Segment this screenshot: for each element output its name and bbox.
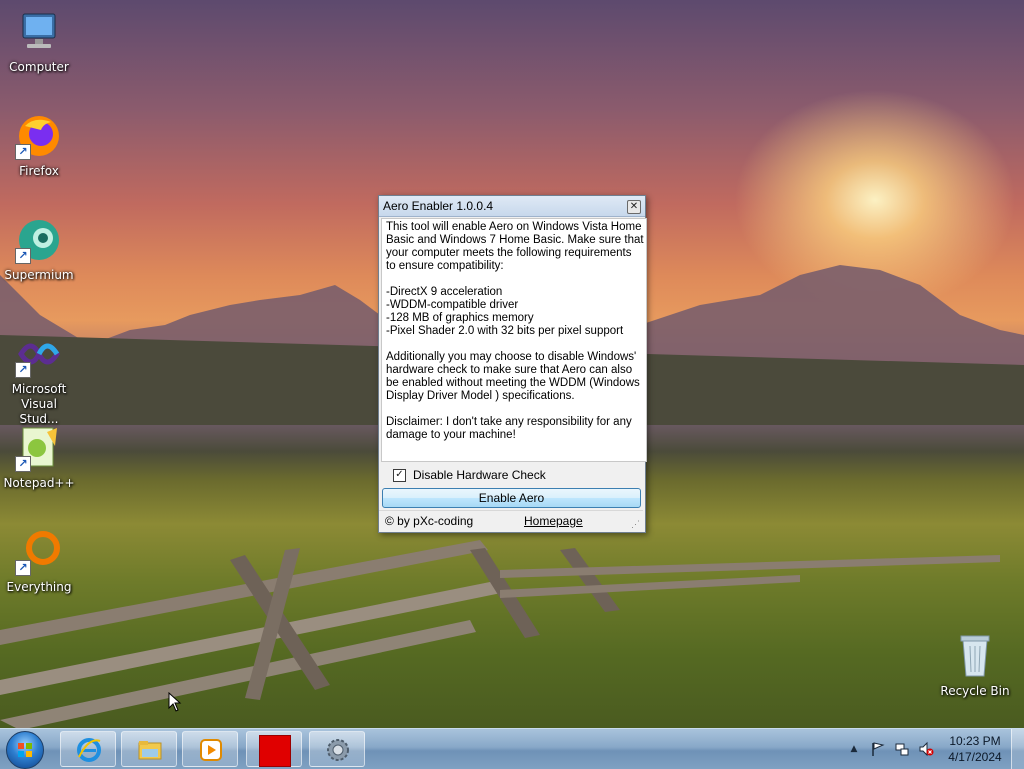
disable-hardware-check-row[interactable]: ✓ Disable Hardware Check	[393, 468, 546, 482]
taskbar-clock[interactable]: 10:23 PM 4/17/2024	[940, 733, 1010, 765]
shortcut-arrow-icon: ↗	[15, 456, 31, 472]
taskbar-button-file-explorer[interactable]	[121, 731, 177, 767]
desktop-icon-label: Recycle Bin	[940, 684, 1010, 698]
network-icon[interactable]	[894, 741, 910, 757]
desktop-icon-label: Everything	[6, 580, 72, 594]
shortcut-arrow-icon: ↗	[15, 248, 31, 264]
credit-text: © by pXc-coding	[385, 514, 474, 528]
desktop-icon-everything[interactable]: ↗ Everything	[0, 528, 78, 595]
checkbox-label[interactable]: Disable Hardware Check	[413, 468, 546, 482]
media-player-icon	[200, 739, 222, 761]
taskbar-button-settings[interactable]	[309, 731, 365, 767]
everything-icon: ↗	[15, 528, 63, 576]
notepadpp-icon: ↗	[15, 424, 63, 472]
clock-time: 10:23 PM	[949, 734, 1001, 748]
volume-muted-icon[interactable]	[918, 741, 934, 757]
desktop-icon-label: Supermium	[4, 268, 74, 282]
close-icon[interactable]: ✕	[627, 200, 641, 214]
start-button[interactable]	[6, 731, 44, 769]
red-square-app-icon	[259, 735, 291, 767]
internet-explorer-icon	[77, 738, 101, 762]
desktop-icon-label: Firefox	[19, 164, 59, 178]
supermium-icon: ↗	[15, 216, 63, 264]
desktop-icon-label: Notepad++	[3, 476, 75, 490]
desktop-icon-recycle-bin[interactable]: Recycle Bin	[936, 632, 1014, 699]
desktop-background: Computer ↗ Firefox ↗ Supermium ↗ Microso…	[0, 0, 1024, 730]
taskbar-button-red-app[interactable]	[246, 731, 302, 767]
homepage-link[interactable]: Homepage	[524, 511, 583, 531]
shortcut-arrow-icon: ↗	[15, 144, 31, 160]
computer-icon	[15, 8, 63, 56]
desktop-icon-label: Computer	[9, 60, 69, 74]
mouse-cursor-icon	[168, 692, 182, 712]
shortcut-arrow-icon: ↗	[15, 560, 31, 576]
disable-hardware-check-checkbox[interactable]: ✓	[393, 468, 406, 482]
action-center-flag-icon[interactable]	[870, 741, 886, 757]
desktop-icon-notepadpp[interactable]: ↗ Notepad++	[0, 424, 78, 491]
description-textbox[interactable]: This tool will enable Aero on Windows Vi…	[381, 218, 647, 462]
aero-enabler-window: Aero Enabler 1.0.0.4 ✕ This tool will en…	[378, 195, 647, 533]
settings-gear-icon	[327, 739, 349, 761]
dialog-footer: © by pXc-coding Homepage ⋰	[379, 510, 643, 531]
visual-studio-icon: ↗	[15, 330, 63, 378]
window-titlebar[interactable]: Aero Enabler 1.0.0.4	[379, 196, 645, 217]
windows-logo-icon	[18, 743, 32, 757]
shortcut-arrow-icon: ↗	[15, 362, 31, 378]
show-hidden-icons-chevron-icon[interactable]: ▲	[846, 741, 862, 757]
file-explorer-icon	[138, 741, 162, 760]
resize-grip-icon[interactable]: ⋰	[631, 520, 640, 529]
desktop-icon-visual-studio[interactable]: ↗ Microsoft Visual Stud...	[0, 330, 78, 427]
enable-aero-button[interactable]: Enable Aero	[382, 488, 641, 508]
taskbar: ▲ 10:23 PM 4/17/2024	[0, 728, 1024, 769]
taskbar-button-media-player[interactable]	[182, 731, 238, 767]
window-title: Aero Enabler 1.0.0.4	[383, 199, 494, 213]
show-desktop-button[interactable]	[1011, 729, 1024, 769]
system-tray: ▲	[842, 729, 938, 769]
desktop-icon-computer[interactable]: Computer	[0, 8, 78, 75]
wooden-fence	[0, 540, 1000, 730]
desktop-icon-firefox[interactable]: ↗ Firefox	[0, 112, 78, 179]
clock-date: 4/17/2024	[948, 750, 1002, 764]
firefox-icon: ↗	[15, 112, 63, 160]
taskbar-button-internet-explorer[interactable]	[60, 731, 116, 767]
desktop-icon-supermium[interactable]: ↗ Supermium	[0, 216, 78, 283]
desktop-icon-label: Microsoft Visual Stud...	[11, 382, 67, 426]
recycle-bin-icon	[951, 632, 999, 680]
